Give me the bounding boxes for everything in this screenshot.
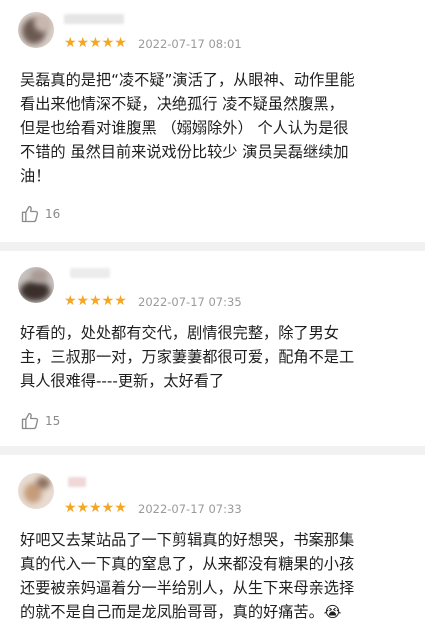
avatar[interactable]: [18, 473, 54, 509]
separator: [0, 242, 425, 251]
thumbs-up-icon: [20, 411, 40, 431]
review-card: ★★★★★ 2022-07-17 08:01 吴磊真的是把“凌不疑”演活了，从眼…: [0, 0, 425, 242]
username-blurred: [64, 14, 124, 24]
review-text: 好吧又去某站品了一下剪辑真的好想哭，书案那集 真的代入一下真的窒息了，从来都没有…: [20, 531, 355, 621]
username-blurred: [68, 477, 86, 487]
like-button[interactable]: 16: [20, 203, 60, 225]
review-date: 2022-07-17 08:01: [138, 37, 242, 51]
rating-stars: ★★★★★: [64, 35, 127, 51]
like-button[interactable]: 15: [20, 410, 60, 432]
review-card: ★★★★★ 2022-07-17 07:35 好看的，处处都有交代，剧情很完整，…: [0, 251, 425, 446]
review-text: 好看的，处处都有交代，剧情很完整，除了男女 主，三叔那一对，万家萋萋都很可爱，配…: [20, 324, 355, 390]
avatar[interactable]: [18, 12, 54, 48]
review-date: 2022-07-17 07:33: [138, 502, 242, 516]
like-count: 15: [45, 414, 61, 428]
avatar[interactable]: [18, 267, 54, 303]
username-blurred: [70, 268, 110, 278]
thumbs-up-icon: [20, 204, 40, 224]
rating-stars: ★★★★★: [64, 500, 127, 516]
review-text: 吴磊真的是把“凌不疑”演活了，从眼神、动作里能 看出来他情深不疑，决绝孤行 凌不…: [20, 71, 355, 185]
review-date: 2022-07-17 07:35: [138, 295, 242, 309]
like-count: 16: [45, 207, 61, 221]
rating-stars: ★★★★★: [64, 293, 127, 309]
separator: [0, 446, 425, 455]
review-card: ★★★★★ 2022-07-17 07:33 好吧又去某站品了一下剪辑真的好想哭…: [0, 455, 425, 640]
